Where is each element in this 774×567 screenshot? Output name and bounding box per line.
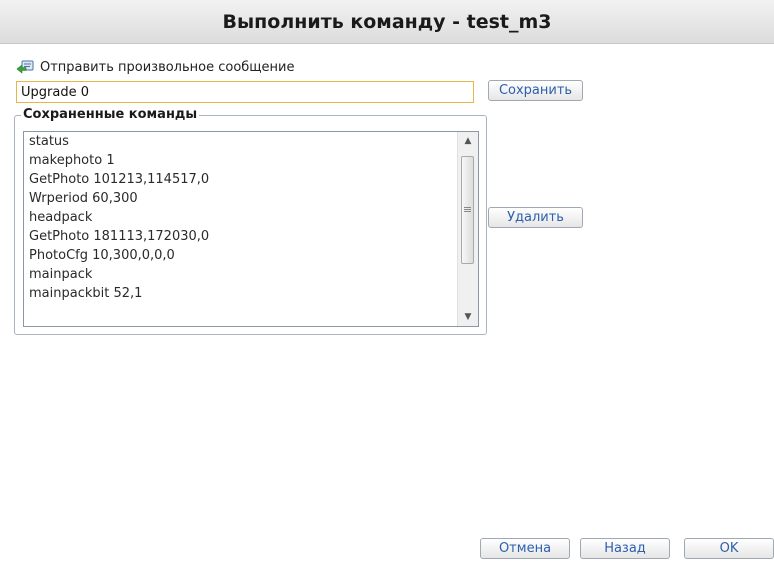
ok-button[interactable]: OK — [684, 538, 774, 559]
saved-command-item[interactable]: Wrperiod 60,300 — [24, 189, 454, 208]
saved-commands-items: status makephoto 1 GetPhoto 101213,114517,… — [24, 132, 454, 303]
cancel-button[interactable]: Отмена — [480, 538, 570, 559]
saved-command-item[interactable]: mainpack — [24, 265, 454, 284]
saved-command-item[interactable]: GetPhoto 181113,172030,0 — [24, 227, 454, 246]
send-message-row: Отправить произвольное сообщение — [16, 58, 295, 76]
send-message-icon — [16, 60, 34, 74]
saved-commands-legend: Сохраненные команды — [21, 107, 200, 122]
saved-command-item[interactable]: headpack — [24, 208, 454, 227]
title-bar: Выполнить команду - test_m3 — [0, 0, 774, 44]
scroll-thumb[interactable] — [461, 156, 474, 264]
send-message-label: Отправить произвольное сообщение — [40, 59, 295, 75]
delete-button[interactable]: Удалить — [488, 207, 583, 228]
dialog-title: Выполнить команду - test_m3 — [222, 10, 552, 33]
back-button[interactable]: Назад — [580, 538, 670, 559]
run-command-dialog: Выполнить команду - test_m3 Отправить пр… — [0, 0, 774, 567]
saved-command-item[interactable]: mainpackbit 52,1 — [24, 284, 454, 303]
grip-icon — [464, 207, 471, 213]
scroll-up-arrow-icon[interactable]: ▲ — [458, 132, 478, 150]
saved-command-item[interactable]: makephoto 1 — [24, 151, 454, 170]
scroll-down-arrow-icon[interactable]: ▼ — [458, 308, 478, 326]
saved-command-item[interactable]: GetPhoto 101213,114517,0 — [24, 170, 454, 189]
saved-command-item[interactable]: status — [24, 132, 454, 151]
save-button[interactable]: Сохранить — [488, 80, 583, 101]
list-scrollbar[interactable]: ▲ ▼ — [457, 132, 478, 326]
command-input[interactable] — [16, 81, 474, 103]
saved-commands-list[interactable]: status makephoto 1 GetPhoto 101213,114517,… — [23, 131, 479, 327]
saved-command-item[interactable]: PhotoCfg 10,300,0,0,0 — [24, 246, 454, 265]
